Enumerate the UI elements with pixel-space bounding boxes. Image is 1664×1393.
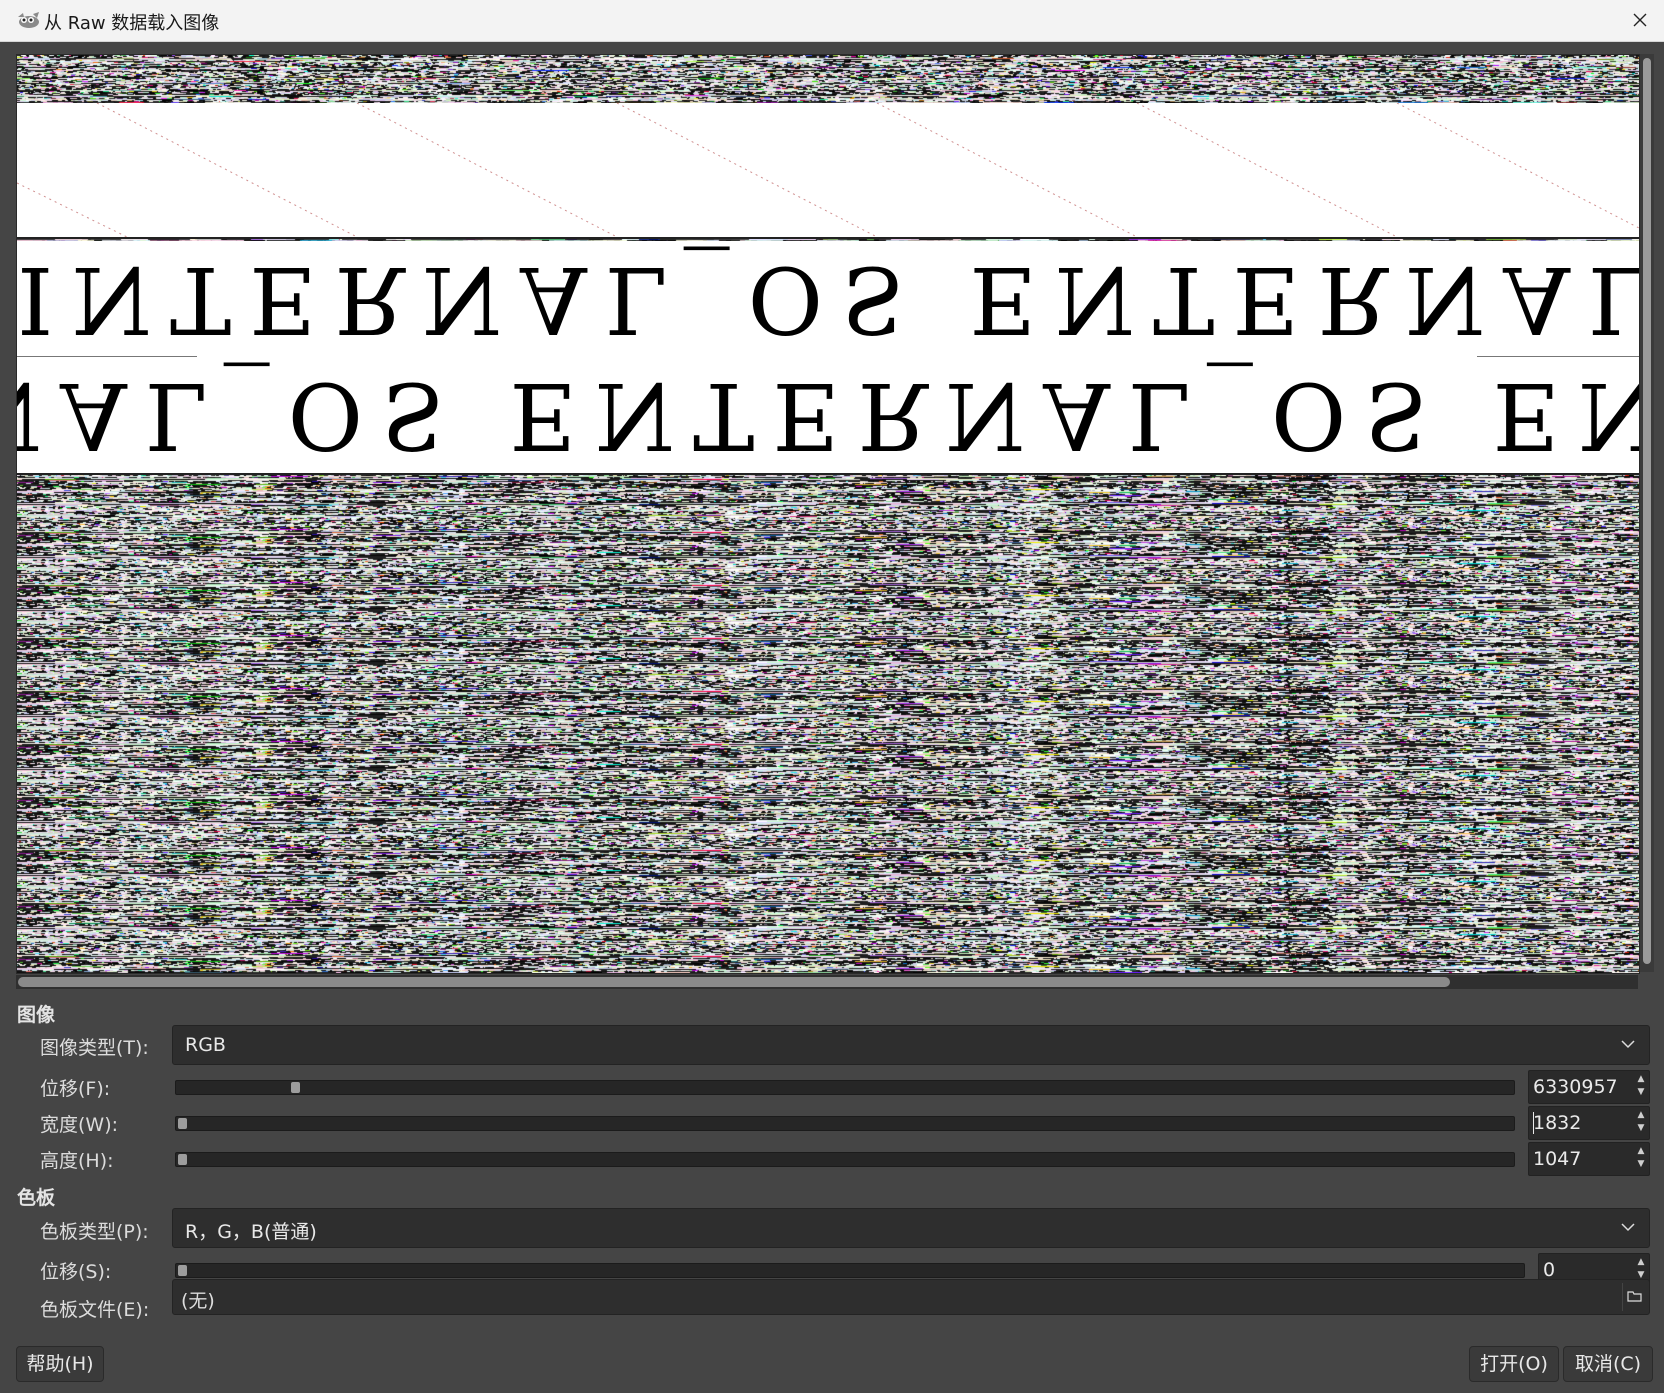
band-divider (1477, 356, 1639, 357)
width-slider[interactable] (175, 1116, 1515, 1131)
scrollbar-thumb[interactable] (1643, 58, 1651, 964)
slider-handle[interactable] (178, 1154, 187, 1165)
preview-white-band-top (17, 102, 1639, 239)
preview-dotted-diagonals (17, 102, 1639, 238)
width-spinbox[interactable]: 1832 ▲ ▼ (1528, 1106, 1650, 1140)
offset-label: 位移(F): (40, 1078, 111, 1100)
palette-offset-slider[interactable] (175, 1263, 1525, 1278)
spin-arrows-icon[interactable]: ▲ ▼ (1635, 1109, 1647, 1137)
mirrored-text-row: INTERNAL_OS ENTERNAL_OS ENTERNAL_OS (17, 246, 1639, 353)
preview-vertical-scrollbar[interactable] (1640, 54, 1654, 972)
height-spinbox[interactable]: 1047 ▲ ▼ (1528, 1142, 1650, 1176)
spin-arrows-icon[interactable]: ▲ ▼ (1635, 1145, 1647, 1173)
offset-slider[interactable] (175, 1080, 1515, 1095)
slider-handle[interactable] (178, 1118, 187, 1129)
open-button[interactable]: 打开(O) (1469, 1346, 1559, 1382)
spin-arrows-icon[interactable]: ▲ ▼ (1635, 1073, 1647, 1101)
mirrored-text-row: INTERNAL_OS ENTERNAL_OS ENTERNAL_OS (17, 362, 1639, 469)
offset-spinbox[interactable]: 6330957 ▲ ▼ (1528, 1070, 1650, 1104)
palette-type-label: 色板类型(P): (40, 1221, 149, 1243)
palette-offset-value: 0 (1543, 1259, 1556, 1281)
palette-type-dropdown[interactable]: R，G，B(普通) (172, 1208, 1650, 1248)
preview-horizontal-scrollbar[interactable] (16, 975, 1638, 989)
palette-type-value: R，G，B(普通) (185, 1221, 317, 1243)
height-label: 高度(H): (40, 1150, 114, 1172)
chevron-down-icon (1621, 1223, 1635, 1232)
folder-open-icon[interactable] (1627, 1289, 1643, 1303)
height-slider[interactable] (175, 1152, 1515, 1167)
palette-file-label: 色板文件(E): (40, 1299, 150, 1321)
band-divider (17, 356, 197, 357)
preview-mirrored-text-band: INTERNAL_OS ENTERNAL_OS ENTERNAL_OS INTE… (17, 241, 1639, 475)
width-value: 1832 (1533, 1112, 1582, 1134)
palette-file-chooser[interactable]: (无) (172, 1279, 1650, 1315)
chevron-down-icon (1621, 1040, 1635, 1049)
cancel-button[interactable]: 取消(C) (1563, 1346, 1653, 1382)
slider-handle[interactable] (290, 1082, 300, 1093)
image-type-label: 图像类型(T): (40, 1037, 149, 1059)
scrollbar-thumb[interactable] (18, 977, 1450, 987)
image-type-value: RGB (185, 1034, 226, 1056)
palette-section-heading: 色板 (17, 1187, 56, 1209)
image-type-dropdown[interactable]: RGB (172, 1025, 1650, 1065)
close-icon (1633, 13, 1647, 27)
slider-handle[interactable] (178, 1265, 187, 1276)
close-button[interactable] (1616, 0, 1664, 41)
offset-value: 6330957 (1533, 1076, 1618, 1098)
palette-offset-label: 位移(S): (40, 1261, 112, 1283)
window-title: 从 Raw 数据载入图像 (44, 13, 220, 34)
raw-image-preview[interactable]: INTERNAL_OS ENTERNAL_OS ENTERNAL_OS INTE… (16, 54, 1640, 974)
title-bar: 从 Raw 数据载入图像 (0, 0, 1664, 42)
height-value: 1047 (1533, 1148, 1582, 1170)
help-button[interactable]: 帮助(H) (16, 1346, 104, 1382)
chooser-divider (1622, 1283, 1623, 1311)
image-section-heading: 图像 (17, 1004, 56, 1026)
gimp-wilber-icon (18, 12, 39, 28)
palette-file-value: (无) (181, 1290, 215, 1312)
width-label: 宽度(W): (40, 1114, 119, 1136)
